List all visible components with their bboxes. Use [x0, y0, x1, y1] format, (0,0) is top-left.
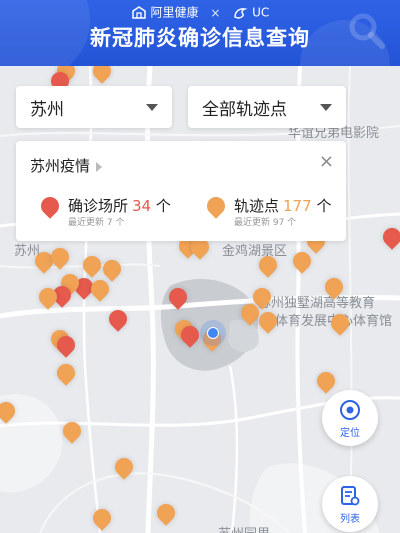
track-pin[interactable] — [255, 252, 281, 280]
track-pin[interactable] — [327, 310, 353, 338]
confirmed-pin[interactable] — [165, 284, 191, 312]
map-label-bottom: 苏州园里 — [218, 523, 270, 533]
confirmed-pin[interactable] — [105, 306, 131, 334]
confirmed-count: 34 — [132, 197, 152, 215]
track-pin[interactable] — [35, 284, 61, 312]
track-label: 轨迹点 — [234, 197, 280, 215]
track-type-select[interactable]: 全部轨迹点 — [188, 86, 346, 128]
track-pin[interactable] — [59, 418, 85, 446]
map-label-school: 苏州独墅湖高等教育 — [258, 296, 376, 311]
page-title: 新冠肺炎确诊信息查询 — [90, 26, 310, 50]
track-pin[interactable] — [79, 252, 105, 280]
track-type-select-value: 全部轨迹点 — [202, 99, 287, 120]
locate-button[interactable]: 定位 — [322, 390, 378, 446]
caret-down-icon — [146, 103, 158, 111]
confirmed-pin[interactable] — [53, 332, 79, 360]
confirmed-label: 确诊场所 — [68, 197, 129, 215]
confirmed-update: 最近更新 7 个 — [68, 218, 125, 228]
confirmed-unit: 个 — [155, 197, 171, 215]
track-pin[interactable] — [313, 368, 339, 396]
locate-target-icon — [340, 400, 360, 420]
search-magnifier-icon — [349, 13, 385, 49]
track-update: 最近更新 97 个 — [234, 218, 297, 228]
locate-button-label: 定位 — [340, 428, 360, 439]
aliyun-logo-icon — [131, 6, 146, 19]
track-pin-icon — [203, 193, 229, 223]
brand-row: 阿里健康 × UC — [0, 4, 400, 21]
track-count: 177 — [283, 197, 312, 215]
list-button-label: 列表 — [340, 514, 360, 525]
track-pin[interactable] — [321, 274, 347, 302]
track-pin[interactable] — [87, 276, 113, 304]
close-icon[interactable]: × — [319, 153, 334, 171]
uc-squirrel-icon — [234, 8, 249, 19]
map-label-sports-center: 区体育发展中心体育馆 — [262, 314, 393, 329]
track-unit: 个 — [316, 197, 332, 215]
track-pin[interactable] — [111, 454, 137, 482]
card-title: 苏州疫情 — [30, 157, 91, 175]
track-pin[interactable] — [187, 234, 213, 262]
app-header: 阿里健康 × UC 新冠肺炎确诊信息查询 — [0, 0, 400, 66]
track-pin[interactable] — [53, 360, 79, 388]
track-pin[interactable] — [89, 505, 115, 533]
track-pin[interactable] — [0, 398, 19, 426]
epidemic-summary-card: 苏州疫情 × 确诊场所 34 个 最近更新 7 个 轨迹点 177 个 最近更新 9… — [16, 141, 346, 241]
confirmed-pin-icon — [37, 193, 63, 223]
city-select-value: 苏州 — [30, 99, 64, 120]
card-title-link[interactable]: 苏州疫情 — [30, 155, 103, 176]
list-document-icon — [341, 486, 360, 506]
track-pin[interactable] — [47, 244, 73, 272]
brand-separator: × — [210, 5, 221, 20]
caret-down-icon — [320, 103, 332, 111]
confirmed-pin[interactable] — [379, 224, 400, 252]
brand-aliyun: 阿里健康 — [150, 5, 199, 20]
track-pin[interactable] — [89, 66, 115, 86]
confirmed-pin[interactable] — [177, 322, 203, 350]
brand-uc: UC — [252, 5, 270, 20]
current-location-dot — [200, 320, 226, 346]
chevron-right-icon — [96, 161, 103, 172]
city-select[interactable]: 苏州 — [16, 86, 172, 128]
track-pin[interactable] — [255, 308, 281, 336]
list-button[interactable]: 列表 — [322, 476, 378, 532]
track-pin[interactable] — [153, 500, 179, 528]
epidemic-map[interactable]: 华谊兄弟电影院 苏州 金鸡湖景区 苏州独墅湖高等教育 区体育发展中心体育馆 苏州… — [0, 66, 400, 533]
